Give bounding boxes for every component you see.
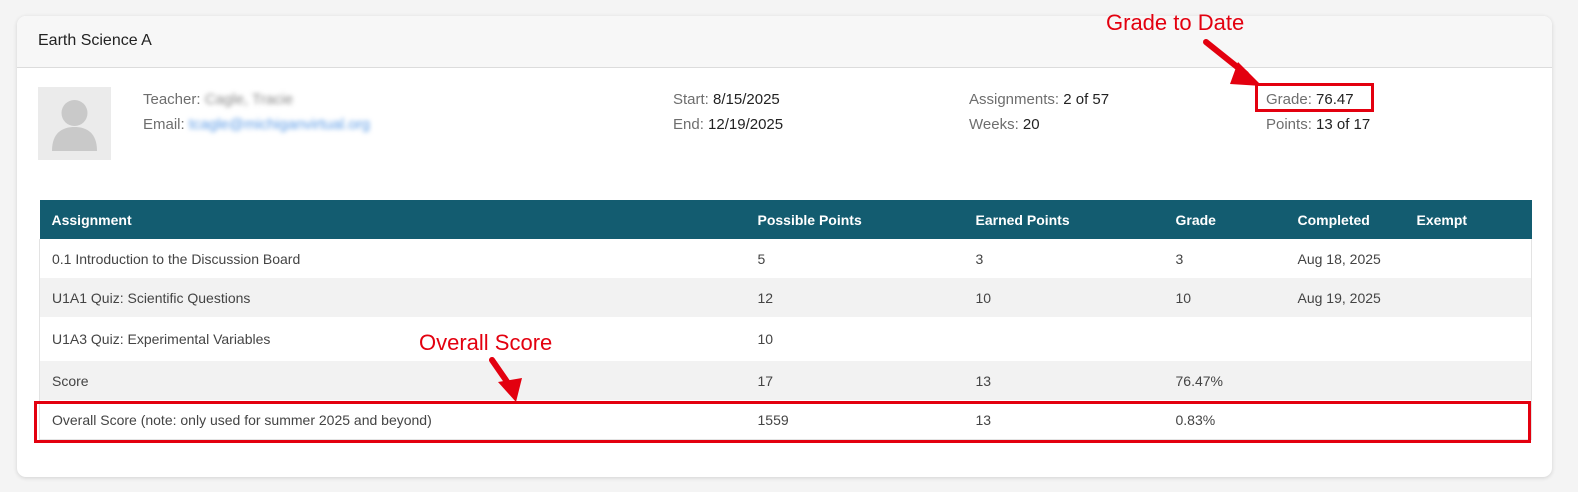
weeks-value: 20 [1022, 116, 1040, 133]
arrow-icon [489, 357, 522, 402]
assignments-value: 2 of 57 [1063, 91, 1110, 108]
start-date: 8/15/2025 [713, 91, 780, 108]
cell-earned-points: 13 [963, 361, 1164, 400]
date-info: Start: 8/15/2025 End: 12/19/2025 [673, 87, 783, 137]
end-label: End: [673, 116, 704, 133]
cell-possible-points: 5 [757, 250, 766, 267]
teacher-row: Teacher: Cagle, Tracie [143, 87, 370, 112]
course-title: Earth Science A [38, 32, 152, 49]
user-icon [52, 100, 97, 151]
cell-possible-points: 10 [757, 331, 774, 347]
teacher-name: Cagle, Tracie [204, 91, 294, 108]
assignments-label: Assignments: [969, 91, 1060, 108]
grade-highlight-box [1255, 83, 1374, 112]
col-header-grade[interactable]: Grade [1163, 200, 1286, 239]
table-row: U1A1 Quiz: Scientific Questions 12 10 10… [39, 278, 1532, 317]
progress-info: Assignments: 2 of 57 Weeks: 20 [969, 87, 1109, 137]
annotation-overall-score: Overall Score [419, 330, 553, 355]
cell-earned-points [964, 317, 1164, 361]
cell-completed [1285, 361, 1405, 400]
points-value: 13 of 17 [1316, 116, 1371, 133]
cell-assignment: Score [39, 361, 746, 400]
col-header-exempt[interactable]: Exempt [1404, 200, 1532, 239]
table-row: U1A3 Quiz: Experimental Variables 10 [39, 317, 1532, 361]
end-date: 12/19/2025 [708, 116, 784, 133]
end-row: End: 12/19/2025 [673, 112, 783, 137]
cell-grade: 76.47% [1163, 361, 1286, 400]
cell-exempt [1404, 361, 1532, 400]
points-label: Points: [1266, 116, 1312, 133]
cell-earned-points: 3 [975, 250, 984, 267]
cell-completed [1286, 317, 1405, 361]
cell-exempt [1404, 278, 1532, 317]
score-row: Score 17 13 76.47% [39, 361, 1532, 400]
start-label: Start: [673, 91, 709, 108]
start-row: Start: 8/15/2025 [673, 87, 783, 112]
col-header-earned-points[interactable]: Earned Points [963, 200, 1164, 239]
cell-exempt [1404, 317, 1532, 361]
cell-assignment: U1A1 Quiz: Scientific Questions [39, 278, 746, 317]
cell-completed: Aug 19, 2025 [1285, 278, 1405, 317]
col-header-assignment[interactable]: Assignment [39, 200, 746, 239]
cell-possible-points: 17 [745, 361, 964, 400]
cell-exempt [1404, 239, 1532, 278]
table-header-row: Assignment Possible Points Earned Points… [39, 200, 1532, 239]
overall-score-highlight-box [34, 401, 1531, 443]
cell-completed: Aug 18, 2025 [1297, 250, 1381, 267]
table-row: 0.1 Introduction to the Discussion Board… [39, 239, 1532, 278]
cell-grade: 3 [1175, 250, 1184, 267]
weeks-row: Weeks: 20 [969, 112, 1109, 137]
teacher-info: Teacher: Cagle, Tracie Email: tcagle@mic… [143, 87, 370, 137]
cell-earned-points: 10 [963, 278, 1164, 317]
avatar [38, 87, 111, 160]
col-header-possible-points[interactable]: Possible Points [745, 200, 964, 239]
card-header: Earth Science A [17, 16, 1552, 68]
col-header-completed[interactable]: Completed [1285, 200, 1405, 239]
points-row: Points: 13 of 17 [1266, 112, 1370, 137]
cell-assignment: U1A3 Quiz: Experimental Variables [39, 317, 746, 361]
cell-grade [1164, 317, 1286, 361]
email-row: Email: tcagle@michiganvirtual.org [143, 112, 370, 137]
annotation-grade-to-date: Grade to Date [1106, 10, 1245, 35]
weeks-label: Weeks: [969, 116, 1019, 133]
cell-possible-points: 12 [745, 278, 964, 317]
cell-grade: 10 [1163, 278, 1286, 317]
teacher-label: Teacher: [143, 91, 201, 108]
cell-assignment: 0.1 Introduction to the Discussion Board [39, 239, 746, 278]
email-link[interactable]: tcagle@michiganvirtual.org [189, 116, 370, 133]
email-label: Email: [143, 116, 185, 133]
assignments-row: Assignments: 2 of 57 [969, 87, 1109, 112]
